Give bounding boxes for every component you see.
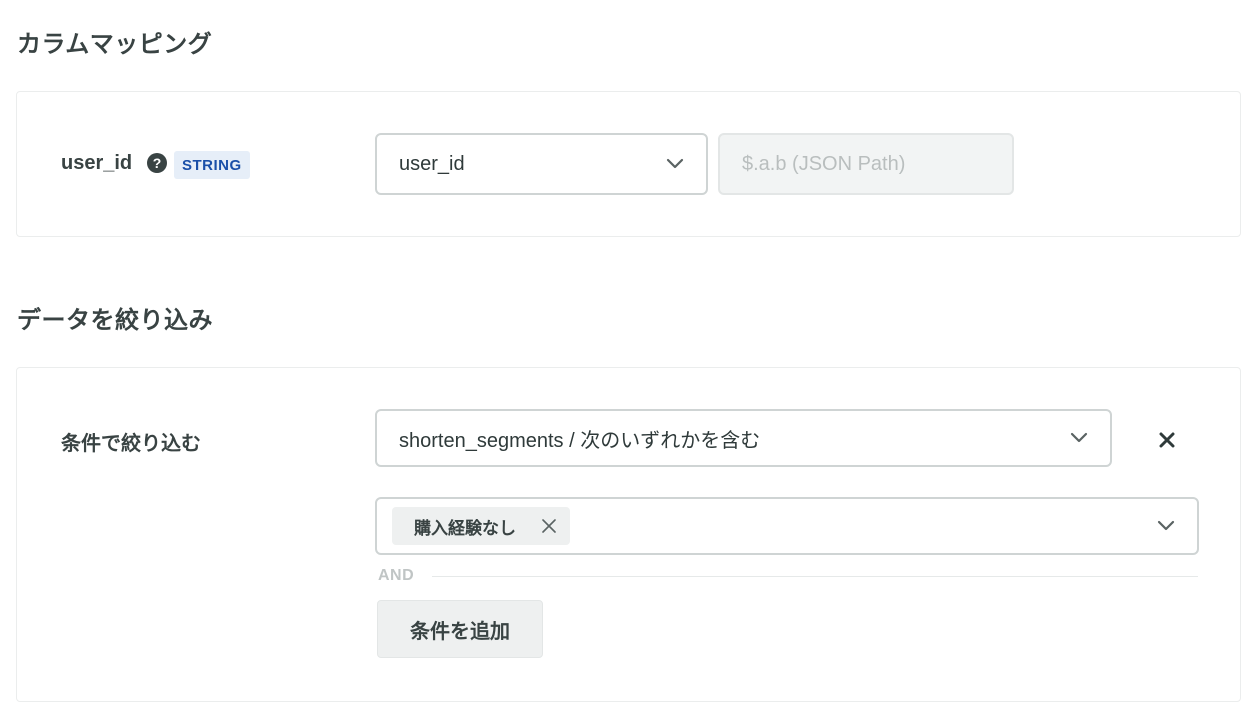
condition-select[interactable]: shorten_segments / 次のいずれかを含む xyxy=(375,409,1112,467)
chevron-down-icon xyxy=(1157,520,1175,531)
type-badge: STRING xyxy=(174,151,250,179)
tag-remove-button[interactable] xyxy=(540,517,558,535)
condition-select-value: shorten_segments / 次のいずれかを含む xyxy=(399,429,761,452)
selected-tag: 購入経験なし xyxy=(392,507,570,545)
add-condition-label: 条件を追加 xyxy=(410,620,510,643)
close-icon xyxy=(542,519,556,533)
field-label-filter: 条件で絞り込む xyxy=(61,433,201,455)
mapping-section-title: カラムマッピング xyxy=(17,31,213,58)
close-icon xyxy=(1159,432,1175,448)
json-path-input: $.a.b (JSON Path) xyxy=(718,133,1014,195)
add-condition-button[interactable]: 条件を追加 xyxy=(377,600,543,658)
column-select[interactable]: user_id xyxy=(375,133,708,195)
filter-section-title: データを絞り込み xyxy=(17,307,213,334)
filter-card: 条件で絞り込む shorten_segments / 次のいずれかを含む 購入経… xyxy=(16,367,1241,702)
question-circle-icon[interactable]: ? xyxy=(147,153,167,173)
chevron-down-icon xyxy=(666,158,684,169)
column-select-value: user_id xyxy=(399,152,465,175)
json-path-placeholder: $.a.b (JSON Path) xyxy=(742,152,906,175)
selected-tag-label: 購入経験なし xyxy=(414,518,516,538)
mapping-card: user_id ? STRING user_id $.a.b (JSON Pat… xyxy=(16,91,1241,237)
chevron-down-icon xyxy=(1070,432,1088,443)
field-label-user-id: user_id xyxy=(61,152,133,174)
remove-condition-button[interactable] xyxy=(1156,429,1178,451)
values-multiselect[interactable]: 購入経験なし xyxy=(375,497,1199,555)
and-divider xyxy=(432,576,1198,577)
and-label: AND xyxy=(378,567,415,584)
